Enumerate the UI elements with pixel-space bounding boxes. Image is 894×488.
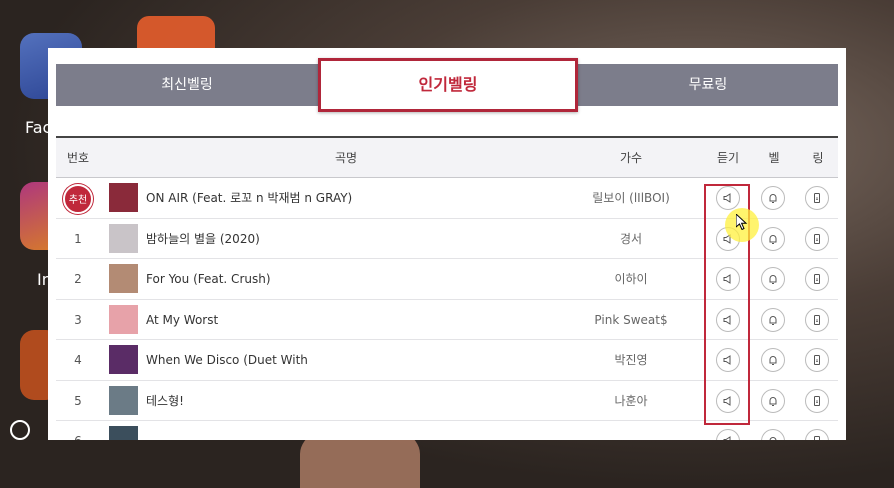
bell-button[interactable]	[761, 348, 785, 372]
song-title[interactable]: For You (Feat. Crush)	[146, 259, 271, 299]
listen-button[interactable]	[716, 429, 740, 440]
bell-button[interactable]	[761, 429, 785, 440]
album-thumbnail[interactable]	[109, 304, 138, 334]
ring-button[interactable]	[805, 267, 829, 291]
tab-free[interactable]: 무료링	[578, 64, 838, 106]
artist-name[interactable]: 릴보이 (lIlBOI)	[576, 178, 686, 218]
ring-button[interactable]	[805, 186, 829, 210]
song-title[interactable]: When We Disco (Duet With	[146, 340, 308, 380]
table-row: 추천 ON AIR (Feat. 로꼬 n 박재범 n GRAY) 릴보이 (lIl…	[56, 178, 838, 219]
table-row: 5 테스형! 나훈아	[56, 381, 838, 421]
ring-button[interactable]	[805, 388, 829, 413]
header-artist: 가수	[619, 151, 643, 165]
row-number: 4	[74, 353, 82, 367]
album-thumbnail[interactable]	[109, 183, 138, 212]
header-ring: 링	[812, 151, 824, 165]
artist-name[interactable]: 경서	[576, 219, 686, 259]
album-thumbnail[interactable]	[109, 264, 138, 293]
song-title[interactable]: 밤하늘의 별을 (2020)	[146, 219, 260, 259]
song-title[interactable]: ON AIR (Feat. 로꼬 n 박재범 n GRAY)	[146, 178, 352, 218]
row-number: 2	[74, 272, 82, 286]
album-thumbnail[interactable]	[109, 223, 138, 253]
ring-button[interactable]	[805, 348, 829, 372]
table-row: 2 For You (Feat. Crush) 이하이	[56, 259, 838, 300]
table-row: 6	[56, 421, 838, 440]
recommended-badge: 추천	[63, 184, 93, 214]
home-circle-icon	[10, 420, 30, 440]
bell-button[interactable]	[761, 388, 785, 413]
album-thumbnail[interactable]	[109, 345, 138, 374]
mouse-cursor-icon	[736, 214, 748, 230]
header-title: 곡명	[334, 151, 358, 165]
bell-button[interactable]	[761, 186, 785, 210]
row-number: 1	[74, 231, 82, 246]
tab-latest[interactable]: 최신벨링	[56, 64, 318, 106]
row-number: 3	[74, 312, 82, 327]
song-list: 추천 ON AIR (Feat. 로꼬 n 박재범 n GRAY) 릴보이 (lIl…	[56, 178, 838, 440]
row-number: 5	[74, 393, 82, 408]
ringtone-panel: 최신벨링 무료링 인기벨링 번호 곡명 가수 듣기 벨 링 추천 ON AIR (…	[48, 48, 846, 440]
listen-button[interactable]	[716, 388, 740, 413]
album-thumbnail[interactable]	[109, 426, 138, 440]
artist-name[interactable]: 이하이	[576, 259, 686, 299]
bell-button[interactable]	[761, 226, 785, 251]
listen-button[interactable]	[716, 267, 740, 291]
tab-popular-active[interactable]: 인기벨링	[318, 58, 578, 112]
header-num: 번호	[66, 151, 90, 165]
row-number: 6	[56, 421, 100, 440]
header-bell: 벨	[768, 151, 780, 165]
ring-button[interactable]	[805, 226, 829, 251]
artist-name[interactable]: 나훈아	[576, 381, 686, 421]
ring-button[interactable]	[805, 307, 829, 332]
song-title[interactable]: 테스형!	[146, 381, 184, 421]
table-row: 3 At My Worst Pink Sweat$	[56, 300, 838, 340]
bell-button[interactable]	[761, 307, 785, 332]
table-row: 1 밤하늘의 별을 (2020) 경서	[56, 219, 838, 259]
header-listen: 듣기	[716, 151, 740, 165]
listen-button[interactable]	[716, 186, 740, 210]
listen-button[interactable]	[716, 307, 740, 332]
bell-button[interactable]	[761, 267, 785, 291]
ring-button[interactable]	[805, 429, 829, 440]
artist-name[interactable]: 박진영	[576, 340, 686, 380]
artist-name[interactable]: Pink Sweat$	[576, 300, 686, 340]
table-row: 4 When We Disco (Duet With 박진영	[56, 340, 838, 381]
song-title[interactable]: At My Worst	[146, 300, 218, 340]
listen-button[interactable]	[716, 348, 740, 372]
album-thumbnail[interactable]	[109, 385, 138, 415]
table-header: 번호 곡명 가수 듣기 벨 링	[56, 136, 838, 178]
